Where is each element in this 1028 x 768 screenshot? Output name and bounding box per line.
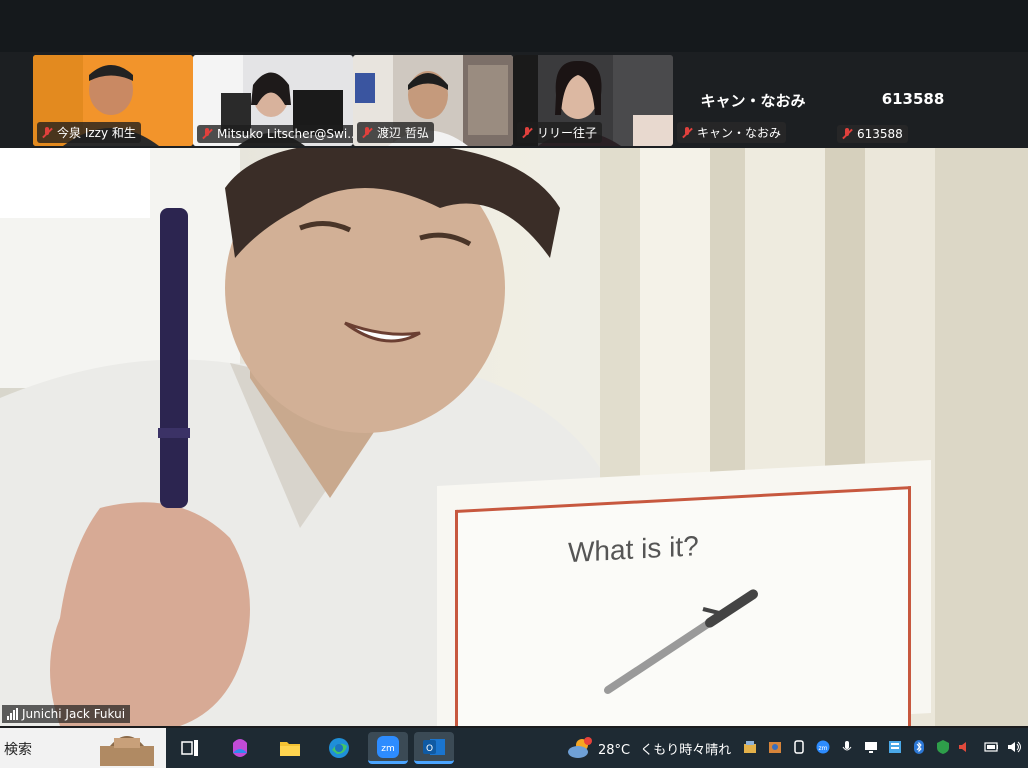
tray-network-panel-icon[interactable] [888,739,902,755]
participant-display-name-5: キャン・なおみ [700,92,806,110]
participant-name-6: 613588 [857,127,903,141]
participant-name-2: Mitsuko Litscher@Swi... [217,127,353,141]
participant-name-tag-4: リリー往子 [517,122,603,143]
participant-tile-2[interactable]: Mitsuko Litscher@Swi... [193,55,353,146]
connection-signal-icon [7,708,18,720]
question-card: What is it? [437,460,931,726]
tray-bluetooth-icon[interactable] [912,739,926,755]
mic-muted-icon [841,128,853,140]
participant-name-3: 渡辺 哲弘 [377,126,429,140]
svg-text:zm: zm [381,744,395,754]
tray-mic-icon[interactable] [840,739,854,755]
participant-tile-4[interactable]: リリー往子 [513,55,673,146]
windows-taskbar: 検索 zm O 28°C くもり時々晴れ zm [0,728,1028,768]
svg-text:zm: zm [819,745,828,752]
edge-browser-button[interactable] [323,732,355,764]
active-speaker-video[interactable]: What is it? Junichi Jack Fukui [0,148,1028,726]
zoom-icon: zm [377,735,399,758]
zoom-taskbar-button[interactable]: zm [368,732,408,764]
tray-speaker-icon[interactable] [1007,739,1021,755]
participant-tile-3[interactable]: 渡辺 哲弘 [353,55,513,146]
participant-tile-5[interactable]: キャン・なおみ キャン・なおみ [673,55,833,146]
pen-illustration [604,589,758,694]
svg-text:O: O [426,744,433,754]
search-label: 検索 [4,742,32,758]
weather-cloud-sun-icon [568,737,592,758]
search-box-illustration-icon [100,736,154,766]
participant-name-tag-2: Mitsuko Litscher@Swi... [197,125,353,143]
participant-name-1: 今泉 Izzy 和生 [57,126,136,140]
speaker-name: Junichi Jack Fukui [22,707,126,721]
participant-name-tag-1: 今泉 Izzy 和生 [37,122,141,143]
speaker-name-tag: Junichi Jack Fukui [2,705,131,723]
mic-muted-icon [41,126,53,139]
edge-icon [329,738,349,758]
outlook-taskbar-button[interactable]: O [414,732,454,764]
card-inner-border: What is it? [455,486,911,726]
file-explorer-button[interactable] [274,732,306,764]
weather-widget[interactable]: 28°C くもり時々晴れ [598,739,731,758]
tray-zoom-icon[interactable]: zm [816,739,830,755]
outlook-icon: O [423,738,445,755]
participant-name-5: キャン・なおみ [697,126,782,140]
participant-name-4: リリー往子 [537,126,598,140]
participant-display-name-6: 613588 [881,90,945,108]
folder-icon [280,742,300,756]
mic-muted-icon [361,126,373,139]
meeting-top-bar [0,0,1028,52]
taskbar-search-box[interactable]: 検索 [0,728,166,768]
participant-tile-6[interactable]: 613588 613588 [833,55,993,146]
mic-muted-icon [521,126,533,139]
weather-temperature: 28°C [598,743,631,758]
tray-battery-icon[interactable] [984,739,998,755]
tray-app-c-icon[interactable] [792,739,806,755]
tray-security-icon[interactable] [936,739,950,755]
task-view-button[interactable] [174,732,206,764]
copilot-button[interactable] [224,732,256,764]
task-view-icon [181,740,198,756]
participant-name-tag-3: 渡辺 哲弘 [357,122,434,143]
participant-name-tag-5: キャン・なおみ [677,122,787,143]
mic-muted-icon [681,126,693,139]
copilot-icon [233,739,247,757]
tray-app-b-icon[interactable] [768,739,782,755]
tray-app-a-icon[interactable] [743,739,757,755]
weather-condition: くもり時々晴れ [640,743,732,758]
tray-volume-muted-icon[interactable] [958,739,972,755]
mic-muted-icon [201,128,213,140]
card-question-text: What is it? [568,530,699,569]
participant-tile-1[interactable]: 今泉 Izzy 和生 [33,55,193,146]
tray-display-icon[interactable] [864,739,878,755]
participant-name-tag-6: 613588 [837,125,908,143]
